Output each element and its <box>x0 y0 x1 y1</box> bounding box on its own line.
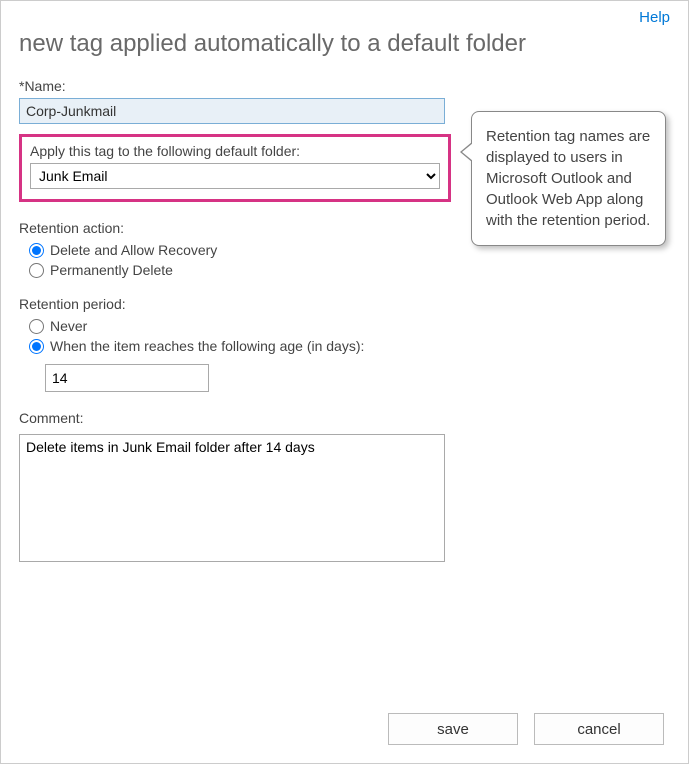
radio-row-permanent-delete[interactable]: Permanently Delete <box>29 262 670 278</box>
days-input[interactable] <box>45 364 209 392</box>
radio-never[interactable] <box>29 319 44 334</box>
folder-label: Apply this tag to the following default … <box>30 143 440 159</box>
radio-row-never[interactable]: Never <box>29 318 670 334</box>
comment-section: Comment: <box>19 410 670 565</box>
radio-permanent-delete[interactable] <box>29 263 44 278</box>
callout-text: Retention tag names are displayed to use… <box>486 128 650 229</box>
retention-period-label: Retention period: <box>19 296 670 312</box>
header: Help <box>1 1 688 26</box>
radio-row-age-days[interactable]: When the item reaches the following age … <box>29 338 670 354</box>
radio-label-never: Never <box>50 318 87 334</box>
retention-period-section: Retention period: Never When the item re… <box>19 296 670 392</box>
info-callout: Retention tag names are displayed to use… <box>471 111 666 246</box>
help-link[interactable]: Help <box>639 9 670 26</box>
name-label: *Name: <box>19 78 670 94</box>
folder-highlight-box: Apply this tag to the following default … <box>19 134 451 202</box>
radio-label-age-days: When the item reaches the following age … <box>50 338 364 354</box>
radio-label-permanent-delete: Permanently Delete <box>50 262 173 278</box>
button-bar: save cancel <box>388 713 664 745</box>
retention-period-group: Never When the item reaches the followin… <box>19 318 670 392</box>
radio-age-days[interactable] <box>29 339 44 354</box>
retention-action-group: Delete and Allow Recovery Permanently De… <box>19 242 670 278</box>
page-title: new tag applied automatically to a defau… <box>1 26 688 78</box>
comment-textarea[interactable] <box>19 434 445 562</box>
save-button[interactable]: save <box>388 713 518 745</box>
cancel-button[interactable]: cancel <box>534 713 664 745</box>
radio-label-delete-recover: Delete and Allow Recovery <box>50 242 217 258</box>
comment-label: Comment: <box>19 410 670 426</box>
folder-select[interactable]: Junk Email <box>30 163 440 189</box>
radio-delete-recover[interactable] <box>29 243 44 258</box>
name-input[interactable] <box>19 98 445 124</box>
